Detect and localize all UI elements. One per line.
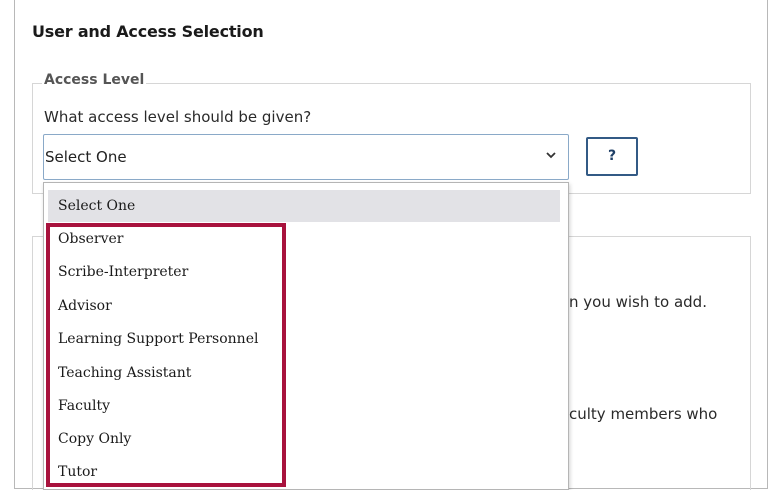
instruction-text-partial-2: culty members who <box>569 405 718 423</box>
option-copy-only[interactable]: Copy Only <box>48 423 560 455</box>
option-faculty[interactable]: Faculty <box>48 390 560 422</box>
option-advisor[interactable]: Advisor <box>48 290 560 322</box>
select-current-value: Select One <box>45 148 127 166</box>
instruction-text-partial-1: n you wish to add. <box>569 293 707 311</box>
option-select-one[interactable]: Select One <box>48 190 560 222</box>
option-teaching-assistant[interactable]: Teaching Assistant <box>48 357 560 389</box>
help-button[interactable]: ? <box>586 137 638 176</box>
access-level-question: What access level should be given? <box>44 108 312 126</box>
access-level-dropdown-list: Select One Observer Scribe-Interpreter A… <box>43 182 569 490</box>
option-observer[interactable]: Observer <box>48 223 560 255</box>
option-tutor[interactable]: Tutor <box>48 456 560 488</box>
option-learning-support-personnel[interactable]: Learning Support Personnel <box>48 323 560 355</box>
access-level-legend: Access Level <box>42 72 147 88</box>
access-level-select[interactable]: Select One <box>43 134 569 180</box>
page-title: User and Access Selection <box>32 22 264 41</box>
chevron-down-icon <box>546 152 556 159</box>
option-scribe-interpreter[interactable]: Scribe-Interpreter <box>48 256 560 288</box>
